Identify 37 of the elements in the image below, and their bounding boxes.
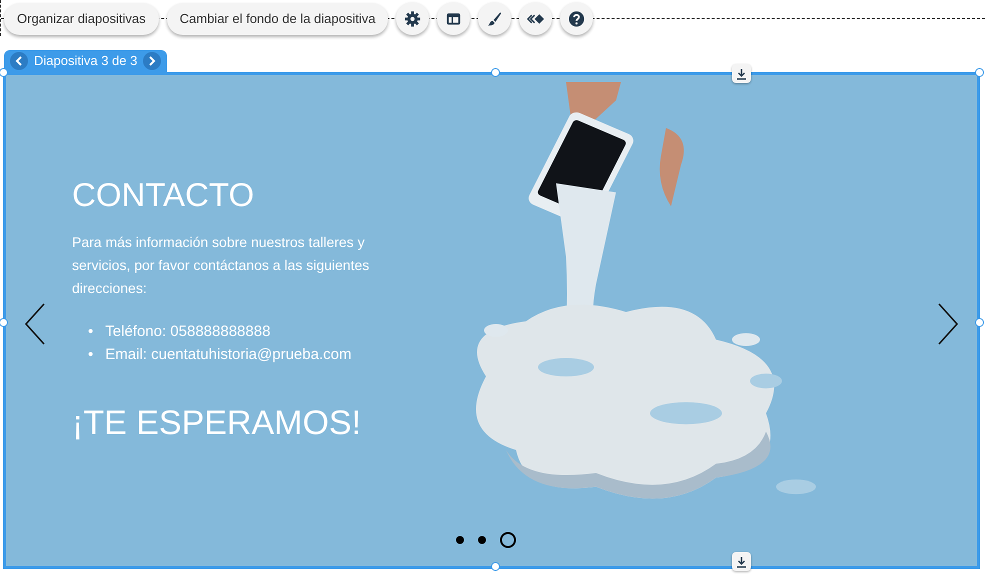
brush-button[interactable] <box>478 2 512 35</box>
help-button[interactable] <box>560 2 594 35</box>
settings-icon <box>404 10 422 28</box>
bullet: • <box>88 322 94 342</box>
resize-handle[interactable] <box>975 68 984 77</box>
closing-heading: ¡TE ESPERAMOS! <box>72 402 362 444</box>
slide-dot[interactable] <box>500 532 516 548</box>
chevron-icon <box>15 56 23 66</box>
download-button[interactable] <box>732 64 751 83</box>
previous-slide-button[interactable] <box>10 52 28 70</box>
resize-handle[interactable] <box>0 318 8 327</box>
slide-counter: Diapositiva 3 de 3 <box>34 52 138 70</box>
resize-handle[interactable] <box>975 318 984 327</box>
download-icon <box>736 68 747 80</box>
previous-arrow[interactable] <box>24 303 46 345</box>
slide-dot[interactable] <box>478 536 486 544</box>
slide-title: CONTACTO <box>72 175 256 215</box>
bullet: • <box>88 344 94 365</box>
download-button[interactable] <box>732 552 751 571</box>
download-icon <box>736 556 747 568</box>
layout-button[interactable] <box>437 2 470 35</box>
help-icon <box>568 10 586 28</box>
toolbar-button[interactable]: Cambiar el fondo de la diapositiva <box>166 2 388 34</box>
next-slide-button[interactable] <box>143 52 162 70</box>
resize-handle[interactable] <box>0 68 8 77</box>
contact-item: Teléfono: 058888888888 <box>105 322 270 342</box>
contact-item: Email: cuentatuhistoria@prueba.com <box>105 344 352 365</box>
resize-handle[interactable] <box>491 562 500 571</box>
slide-dot[interactable] <box>456 536 464 544</box>
settings-button[interactable] <box>396 2 430 35</box>
intro-paragraph: Para más información sobre nuestros talleres y servicios, por favor contáctanos a las siguientes direcciones: <box>72 232 370 298</box>
resize-handle[interactable] <box>491 68 500 77</box>
brush-icon <box>486 10 504 28</box>
chevron-icon <box>148 56 156 66</box>
toolbar-button[interactable]: Organizar diapositivas <box>4 2 159 34</box>
animation-button[interactable] <box>519 2 552 35</box>
next-arrow[interactable] <box>937 303 959 345</box>
